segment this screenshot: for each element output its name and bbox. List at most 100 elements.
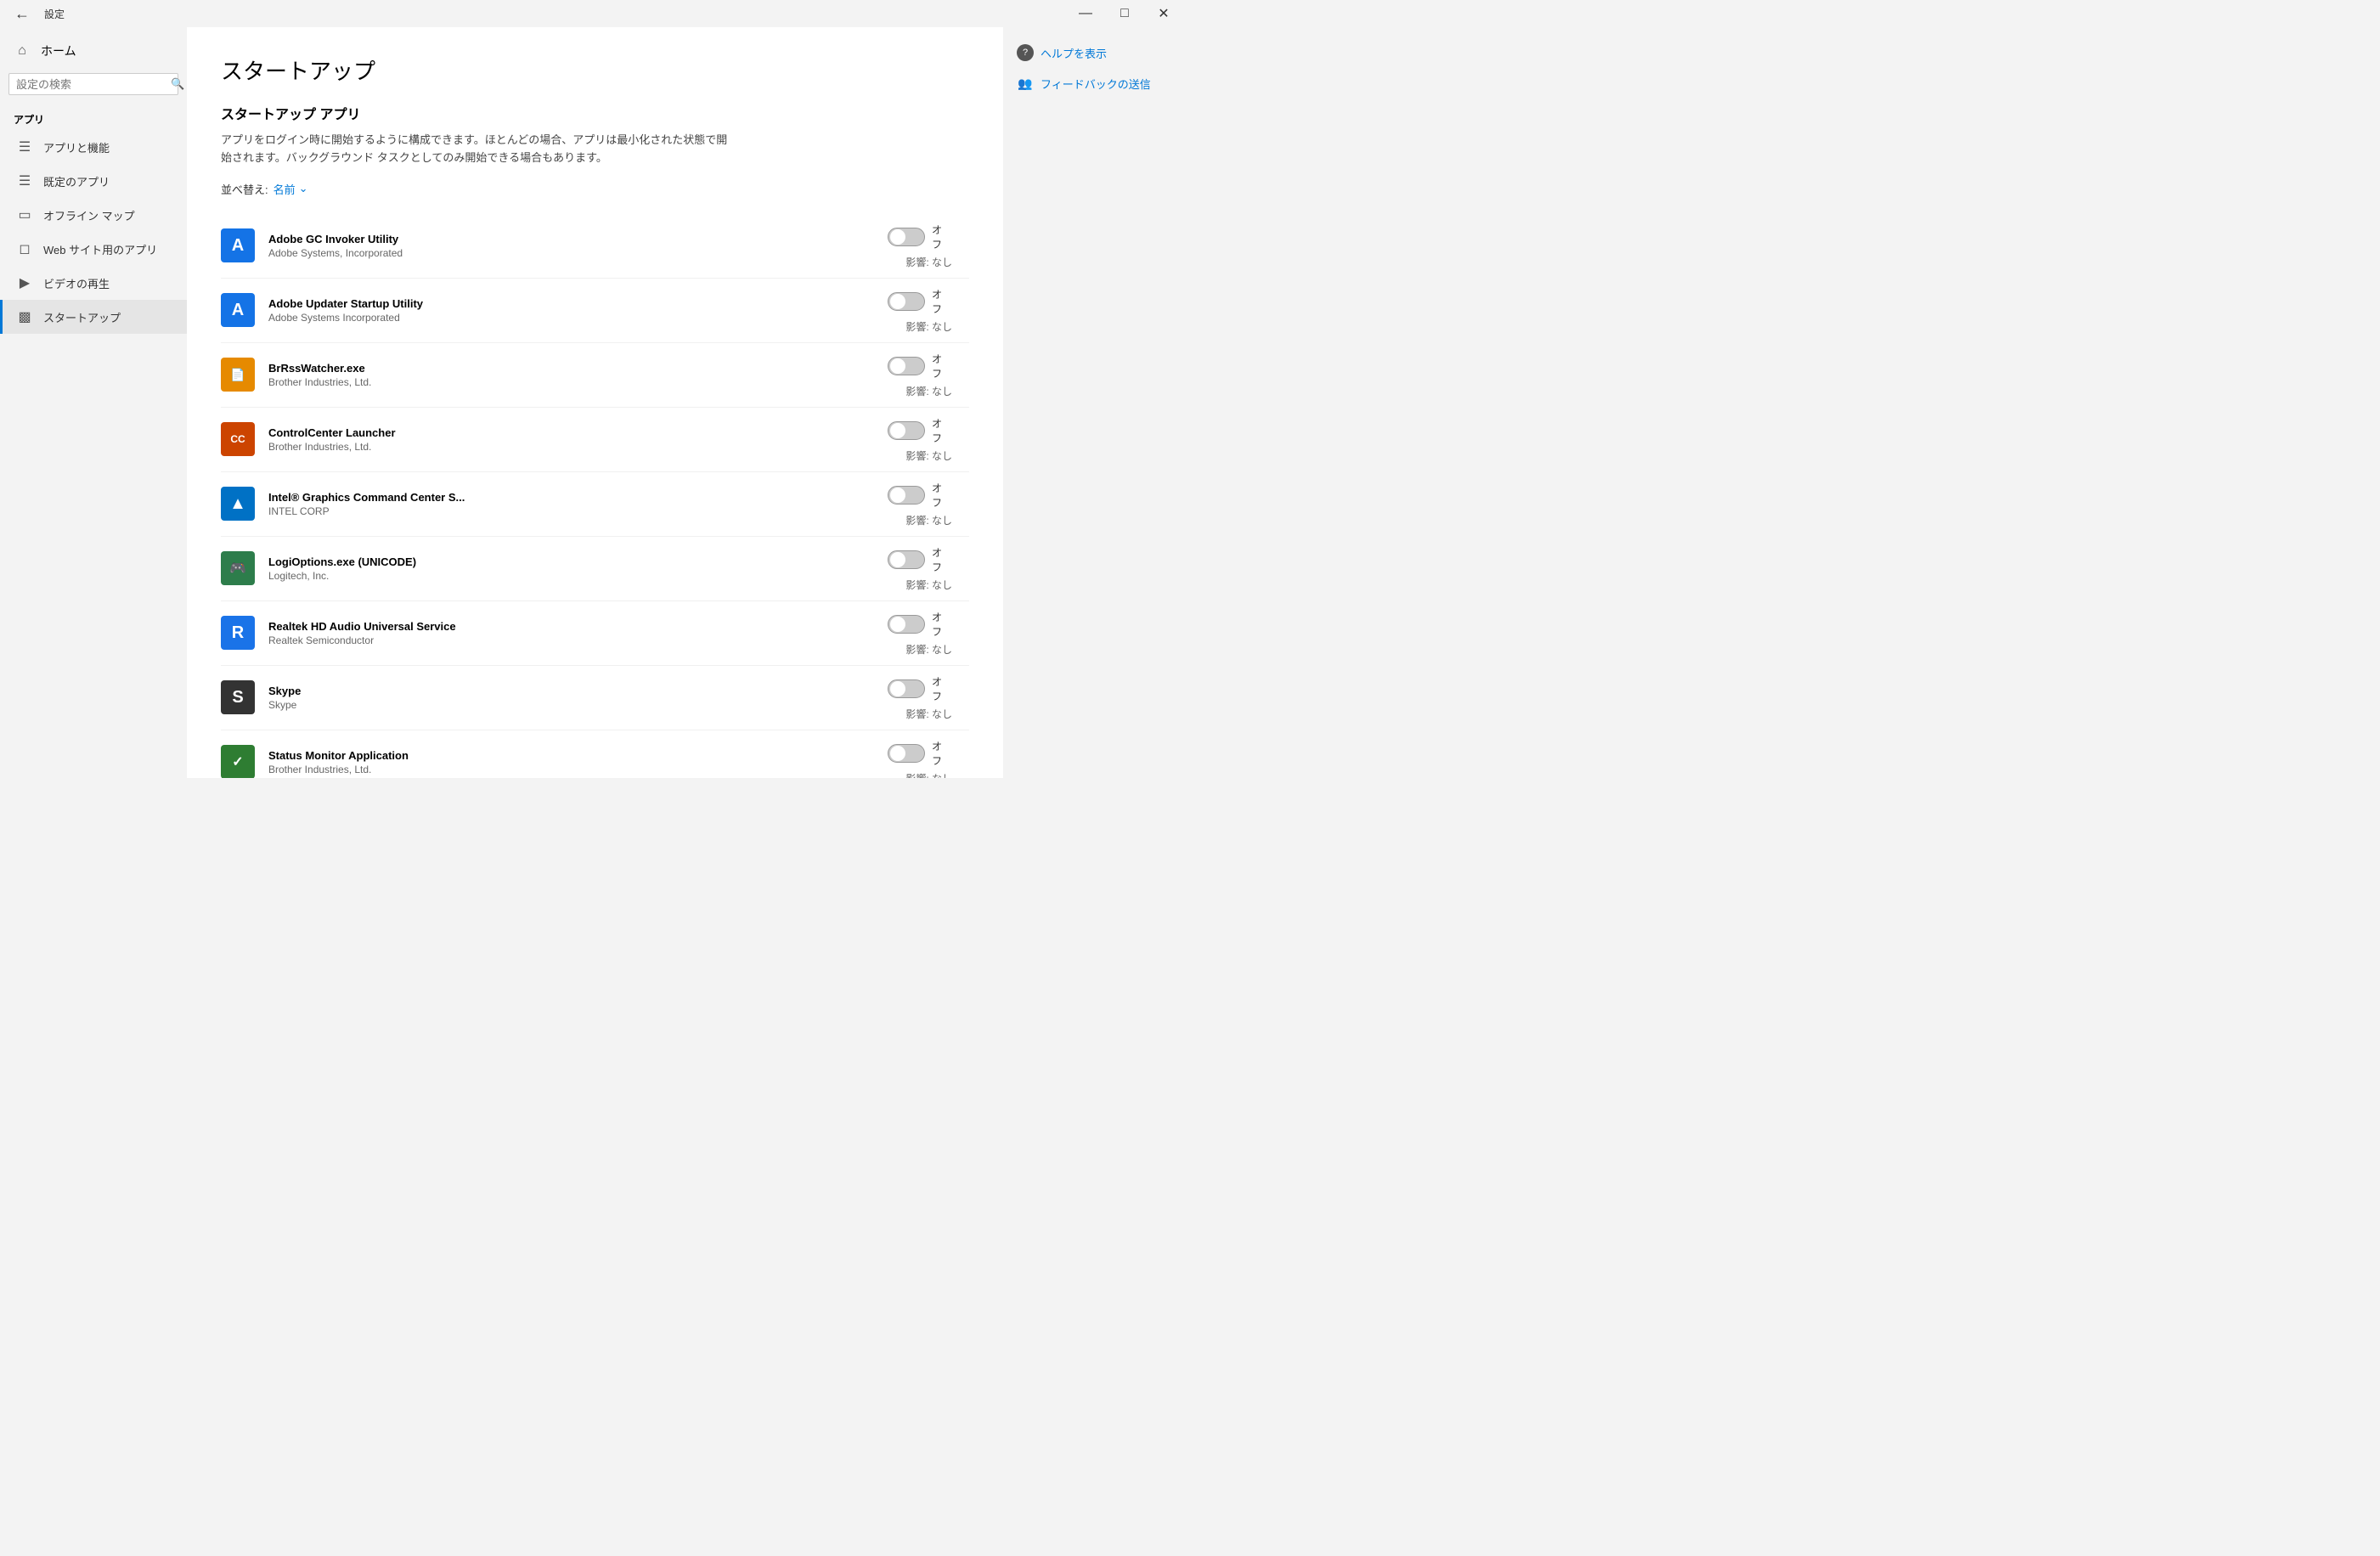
title-bar-left: ← 設定 bbox=[7, 0, 65, 27]
description: アプリをログイン時に開始するように構成できます。ほとんどの場合、アプリは最小化さ… bbox=[221, 132, 730, 167]
toggle-status-monitor[interactable] bbox=[888, 744, 925, 763]
toggle-knob bbox=[890, 617, 905, 632]
toggle-label: オフ bbox=[932, 739, 949, 768]
apps-features-label: アプリと機能 bbox=[43, 139, 110, 155]
app-publisher: Logitech, Inc. bbox=[268, 570, 884, 582]
app-body: ⌂ ホーム 🔍 アプリ ☰ アプリと機能 ☰ 既定のアプリ ▭ オフライン マッ… bbox=[0, 27, 1190, 778]
app-publisher: Brother Industries, Ltd. bbox=[268, 376, 884, 388]
app-impact: 影響: なし bbox=[884, 642, 952, 657]
startup-icon: ▩ bbox=[16, 308, 33, 325]
sort-dropdown[interactable]: 名前 ⌄ bbox=[274, 181, 308, 197]
toggle-controlcenter[interactable] bbox=[888, 421, 925, 440]
toggle-intel[interactable] bbox=[888, 486, 925, 505]
sidebar-item-web-apps[interactable]: ◻ Web サイト用のアプリ bbox=[0, 232, 187, 266]
toggle-adobe-updater[interactable] bbox=[888, 292, 925, 311]
toggle-row: オフ bbox=[888, 481, 949, 510]
list-item: A Adobe GC Invoker Utility Adobe Systems… bbox=[221, 214, 969, 279]
app-toggle-area: オフ 影響: なし bbox=[884, 545, 952, 592]
toggle-realtek[interactable] bbox=[888, 615, 925, 634]
app-impact: 影響: なし bbox=[884, 771, 952, 778]
app-info-adobe-updater: Adobe Updater Startup Utility Adobe Syst… bbox=[268, 297, 884, 324]
app-name: Adobe Updater Startup Utility bbox=[268, 297, 884, 310]
toggle-row: オフ bbox=[888, 739, 949, 768]
toggle-row: オフ bbox=[888, 352, 949, 381]
toggle-knob bbox=[890, 488, 905, 503]
app-toggle-area: オフ 影響: なし bbox=[884, 610, 952, 657]
offline-maps-label: オフライン マップ bbox=[43, 207, 135, 223]
video-label: ビデオの再生 bbox=[43, 275, 110, 291]
feedback-icon: 👥 bbox=[1017, 75, 1034, 92]
sidebar-item-offline-maps[interactable]: ▭ オフライン マップ bbox=[0, 198, 187, 232]
maximize-button[interactable]: □ bbox=[1105, 0, 1144, 27]
app-info-status-monitor: Status Monitor Application Brother Indus… bbox=[268, 749, 884, 775]
app-name: Status Monitor Application bbox=[268, 749, 884, 762]
home-icon: ⌂ bbox=[14, 43, 31, 59]
toggle-row: オフ bbox=[888, 416, 949, 445]
startup-label: スタートアップ bbox=[43, 309, 121, 325]
app-icon-realtek: R bbox=[221, 616, 255, 650]
list-item: A Adobe Updater Startup Utility Adobe Sy… bbox=[221, 279, 969, 343]
help-link[interactable]: ? ヘルプを表示 bbox=[1017, 44, 1176, 61]
app-info-intel: Intel® Graphics Command Center S... INTE… bbox=[268, 491, 884, 517]
app-publisher: Skype bbox=[268, 699, 884, 711]
toggle-knob bbox=[890, 358, 905, 374]
app-list: A Adobe GC Invoker Utility Adobe Systems… bbox=[221, 214, 969, 778]
sidebar-item-startup[interactable]: ▩ スタートアップ bbox=[0, 300, 187, 334]
search-input[interactable] bbox=[16, 78, 166, 91]
app-icon-controlcenter: CC bbox=[221, 422, 255, 456]
offline-maps-icon: ▭ bbox=[16, 206, 33, 223]
toggle-knob bbox=[890, 294, 905, 309]
minimize-button[interactable]: — bbox=[1066, 0, 1105, 27]
app-info-adobe-gc: Adobe GC Invoker Utility Adobe Systems, … bbox=[268, 233, 884, 259]
toggle-label: オフ bbox=[932, 352, 949, 381]
app-impact: 影響: なし bbox=[884, 319, 952, 334]
app-impact: 影響: なし bbox=[884, 255, 952, 269]
app-icon-adobe-gc: A bbox=[221, 228, 255, 262]
help-label: ヘルプを表示 bbox=[1041, 45, 1107, 61]
app-icon-brrss: 📄 bbox=[221, 358, 255, 392]
search-box[interactable]: 🔍 bbox=[8, 73, 178, 95]
list-item: 📄 BrRssWatcher.exe Brother Industries, L… bbox=[221, 343, 969, 408]
title-bar-controls: — □ ✕ bbox=[1066, 0, 1183, 27]
toggle-skype[interactable] bbox=[888, 679, 925, 698]
toggle-logi[interactable] bbox=[888, 550, 925, 569]
web-apps-label: Web サイト用のアプリ bbox=[43, 241, 157, 257]
sidebar-item-apps-features[interactable]: ☰ アプリと機能 bbox=[0, 130, 187, 164]
app-publisher: Realtek Semiconductor bbox=[268, 634, 884, 646]
toggle-row: オフ bbox=[888, 610, 949, 639]
back-button[interactable]: ← bbox=[7, 0, 37, 27]
toggle-brrss[interactable] bbox=[888, 357, 925, 375]
toggle-label: オフ bbox=[932, 287, 949, 316]
app-icon-adobe-updater: A bbox=[221, 293, 255, 327]
app-publisher: Brother Industries, Ltd. bbox=[268, 764, 884, 775]
list-item: 🎮 LogiOptions.exe (UNICODE) Logitech, In… bbox=[221, 537, 969, 601]
app-name: Realtek HD Audio Universal Service bbox=[268, 620, 884, 633]
app-info-brrss: BrRssWatcher.exe Brother Industries, Ltd… bbox=[268, 362, 884, 388]
list-item: CC ControlCenter Launcher Brother Indust… bbox=[221, 408, 969, 472]
toggle-adobe-gc[interactable] bbox=[888, 228, 925, 246]
app-publisher: Adobe Systems Incorporated bbox=[268, 312, 884, 324]
sort-value: 名前 bbox=[274, 181, 296, 197]
sort-row: 並べ替え: 名前 ⌄ bbox=[221, 181, 969, 197]
app-publisher: Brother Industries, Ltd. bbox=[268, 441, 884, 453]
feedback-link[interactable]: 👥 フィードバックの送信 bbox=[1017, 75, 1176, 92]
toggle-label: オフ bbox=[932, 416, 949, 445]
app-icon-intel: ▲ bbox=[221, 487, 255, 521]
sidebar-item-home[interactable]: ⌂ ホーム bbox=[0, 34, 187, 68]
sidebar-item-video[interactable]: ▶ ビデオの再生 bbox=[0, 266, 187, 300]
sidebar-item-default-apps[interactable]: ☰ 既定のアプリ bbox=[0, 164, 187, 198]
sidebar: ⌂ ホーム 🔍 アプリ ☰ アプリと機能 ☰ 既定のアプリ ▭ オフライン マッ… bbox=[0, 27, 187, 778]
search-icon: 🔍 bbox=[171, 77, 184, 91]
close-button[interactable]: ✕ bbox=[1144, 0, 1183, 27]
help-panel: ? ヘルプを表示 👥 フィードバックの送信 bbox=[1003, 27, 1190, 778]
app-toggle-area: オフ 影響: なし bbox=[884, 481, 952, 527]
toggle-knob bbox=[890, 423, 905, 438]
toggle-label: オフ bbox=[932, 545, 949, 574]
app-info-controlcenter: ControlCenter Launcher Brother Industrie… bbox=[268, 426, 884, 453]
sort-chevron-icon: ⌄ bbox=[299, 182, 308, 195]
app-info-realtek: Realtek HD Audio Universal Service Realt… bbox=[268, 620, 884, 646]
toggle-label: オフ bbox=[932, 610, 949, 639]
list-item: ✓ Status Monitor Application Brother Ind… bbox=[221, 730, 969, 778]
app-name: Adobe GC Invoker Utility bbox=[268, 233, 884, 245]
default-apps-label: 既定のアプリ bbox=[43, 173, 110, 189]
